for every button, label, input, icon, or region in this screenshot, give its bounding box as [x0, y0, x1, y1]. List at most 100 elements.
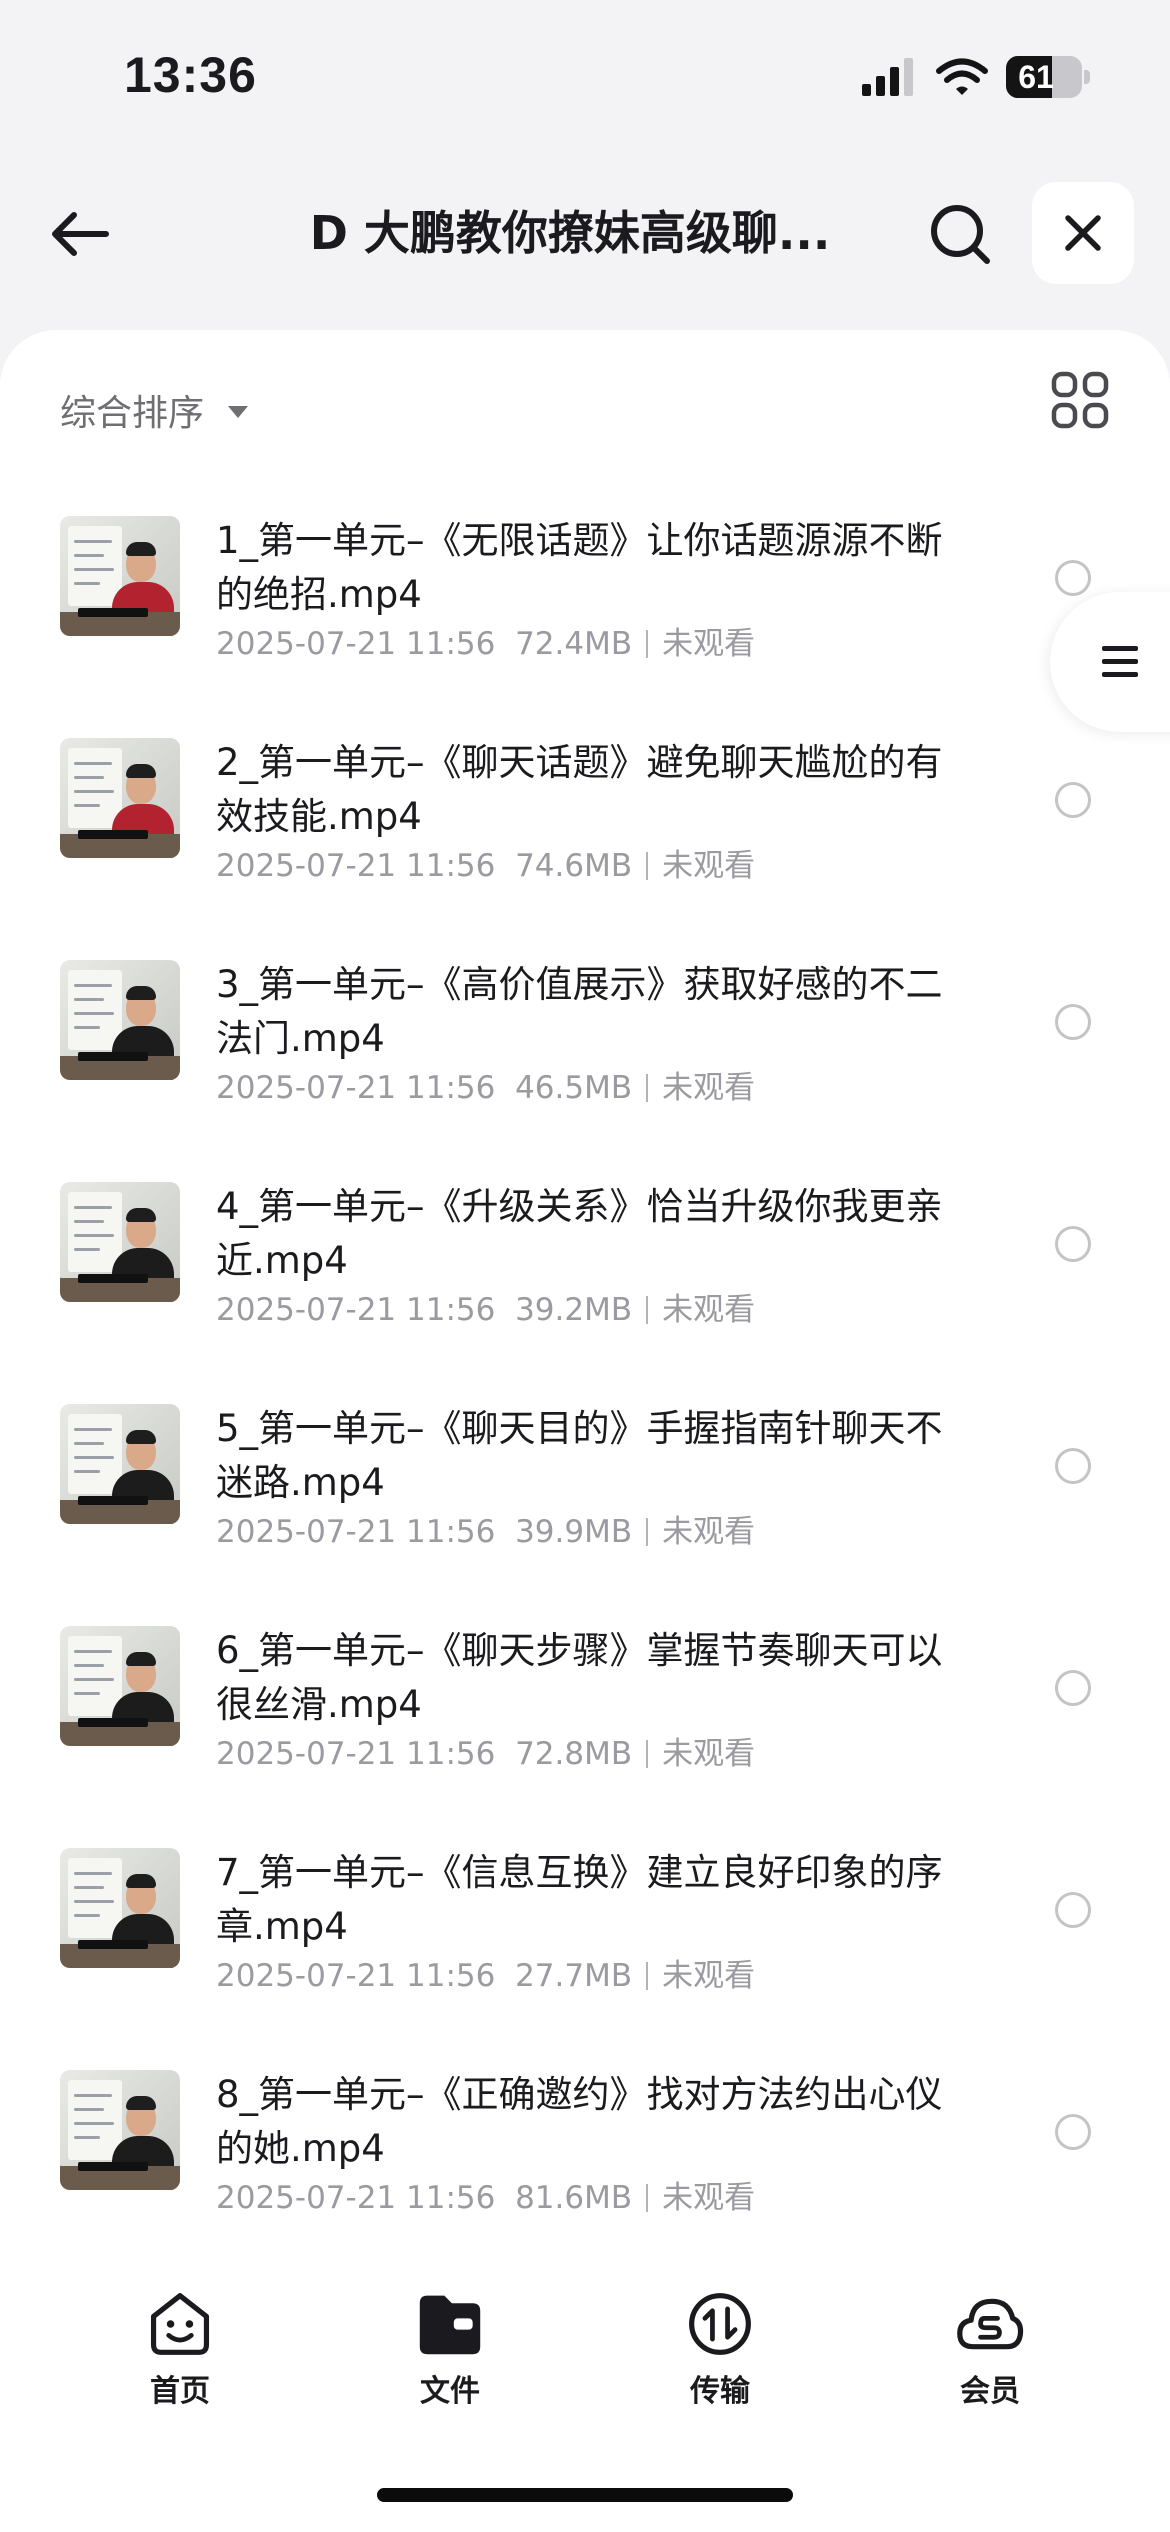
file-size: 72.8MB [515, 1736, 633, 1772]
file-size: 46.5MB [515, 1070, 633, 1106]
meta-divider [646, 1962, 649, 1990]
menu-lines-icon [1102, 646, 1138, 677]
watch-status: 未观看 [662, 1736, 756, 1772]
folder-icon [419, 2295, 481, 2355]
select-radio[interactable] [1055, 1226, 1091, 1262]
file-date: 2025-07-21 11:56 [216, 1292, 496, 1328]
grid-view-icon [1051, 371, 1109, 429]
watch-status: 未观看 [662, 626, 756, 662]
file-meta: 2025-07-21 11:56 39.2MB 未观看 [216, 1288, 956, 1332]
search-icon [931, 205, 990, 264]
home-indicator [377, 2488, 793, 2502]
file-size: 74.6MB [515, 848, 633, 884]
file-size: 72.4MB [515, 626, 633, 662]
file-meta: 2025-07-21 11:56 72.8MB 未观看 [216, 1732, 956, 1776]
tab-home[interactable]: 首页 [80, 2250, 280, 2410]
file-meta: 2025-07-21 11:56 46.5MB 未观看 [216, 1066, 956, 1110]
video-thumbnail [60, 1626, 180, 1746]
header: D 大鹏教你撩妹高级聊... [0, 170, 1170, 290]
list-item[interactable]: 1_第一单元–《无限话题》让你话题源源不断的绝招.mp4 2025-07-21 1… [0, 480, 1170, 702]
page-title: D 大鹏教你撩妹高级聊... [309, 206, 831, 260]
status-time: 13:36 [124, 47, 257, 103]
file-date: 2025-07-21 11:56 [216, 1958, 496, 1994]
file-meta: 2025-07-21 11:56 81.6MB 未观看 [216, 2176, 956, 2220]
list-item[interactable]: 5_第一单元–《聊天目的》手握指南针聊天不迷路.mp4 2025-07-21 11… [0, 1368, 1170, 1590]
list-item[interactable]: 2_第一单元–《聊天话题》避免聊天尴尬的有效技能.mp4 2025-07-21 1… [0, 702, 1170, 924]
video-thumbnail [60, 2070, 180, 2190]
watch-status: 未观看 [662, 1292, 756, 1328]
file-name: 1_第一单元–《无限话题》让你话题源源不断的绝招.mp4 [216, 519, 943, 616]
select-radio[interactable] [1055, 1892, 1091, 1928]
select-radio[interactable] [1055, 2114, 1091, 2150]
meta-divider [646, 852, 649, 880]
file-name: 6_第一单元–《聊天步骤》掌握节奏聊天可以很丝滑.mp4 [216, 1629, 943, 1726]
arrow-left-icon [52, 212, 109, 256]
meta-divider [646, 1740, 649, 1768]
file-date: 2025-07-21 11:56 [216, 626, 496, 662]
file-name: 8_第一单元–《正确邀约》找对方法约出心仪的她.mp4 [216, 2073, 943, 2170]
cellular-signal-icon [862, 58, 913, 96]
search-button[interactable] [920, 194, 1000, 274]
file-name: 5_第一单元–《聊天目的》手握指南针聊天不迷路.mp4 [216, 1407, 943, 1504]
sort-label: 综合排序 [60, 393, 205, 434]
list-item[interactable]: 8_第一单元–《正确邀约》找对方法约出心仪的她.mp4 2025-07-21 11… [0, 2034, 1170, 2256]
list-item[interactable]: 3_第一单元–《高价值展示》获取好感的不二法门.mp4 2025-07-21 11… [0, 924, 1170, 1146]
file-name: 2_第一单元–《聊天话题》避免聊天尴尬的有效技能.mp4 [216, 741, 943, 838]
watch-status: 未观看 [662, 1070, 756, 1106]
file-meta: 2025-07-21 11:56 74.6MB 未观看 [216, 844, 956, 888]
file-size: 39.9MB [515, 1514, 633, 1550]
close-icon [1065, 215, 1101, 251]
list-item[interactable]: 7_第一单元–《信息互换》建立良好印象的序章.mp4 2025-07-21 11:… [0, 1812, 1170, 2034]
tab-files[interactable]: 文件 [350, 2250, 550, 2410]
video-thumbnail [60, 1404, 180, 1524]
meta-divider [646, 2184, 649, 2212]
watch-status: 未观看 [662, 2180, 756, 2216]
watch-status: 未观看 [662, 1514, 756, 1550]
video-thumbnail [60, 960, 180, 1080]
tab-label: 首页 [150, 2374, 210, 2409]
select-radio[interactable] [1055, 1448, 1091, 1484]
list-item[interactable]: 6_第一单元–《聊天步骤》掌握节奏聊天可以很丝滑.mp4 2025-07-21 1… [0, 1590, 1170, 1812]
file-date: 2025-07-21 11:56 [216, 1514, 496, 1550]
file-date: 2025-07-21 11:56 [216, 2180, 496, 2216]
tab-transfer[interactable]: 传输 [620, 2250, 820, 2410]
select-radio[interactable] [1055, 782, 1091, 818]
file-list-panel: 综合排序 1_第一单元–《无限话题》让你话题源源不断的绝招.mp4 2025-07… [0, 330, 1170, 2532]
select-radio[interactable] [1055, 560, 1091, 596]
file-meta: 2025-07-21 11:56 27.7MB 未观看 [216, 1954, 956, 1998]
status-icons: 61 [862, 56, 1090, 98]
watch-status: 未观看 [662, 1958, 756, 1994]
grid-view-button[interactable] [1050, 370, 1110, 430]
battery-indicator: 61 [1006, 56, 1090, 98]
file-name: 7_第一单元–《信息互换》建立良好印象的序章.mp4 [216, 1851, 943, 1948]
tab-label: 文件 [420, 2374, 480, 2409]
video-thumbnail [60, 1848, 180, 1968]
wifi-icon [936, 58, 988, 95]
file-name: 3_第一单元–《高价值展示》获取好感的不二法门.mp4 [216, 963, 943, 1060]
file-name: 4_第一单元–《升级关系》恰当升级你我更亲近.mp4 [216, 1185, 943, 1282]
video-thumbnail [60, 1182, 180, 1302]
tab-label: 传输 [690, 2374, 750, 2409]
file-meta: 2025-07-21 11:56 72.4MB 未观看 [216, 622, 956, 666]
battery-level-text: 61 [1018, 59, 1054, 95]
file-size: 39.2MB [515, 1292, 633, 1328]
tab-label: 会员 [960, 2374, 1020, 2409]
list-item[interactable]: 4_第一单元–《升级关系》恰当升级你我更亲近.mp4 2025-07-21 11:… [0, 1146, 1170, 1368]
status-bar: 13:36 61 [0, 0, 1170, 150]
file-date: 2025-07-21 11:56 [216, 1070, 496, 1106]
file-size: 81.6MB [515, 2180, 633, 2216]
tab-bar: 首页 文件 传输 会员 [0, 2250, 1170, 2450]
file-date: 2025-07-21 11:56 [216, 848, 496, 884]
cloud-member-icon [957, 2298, 1024, 2350]
watch-status: 未观看 [662, 848, 756, 884]
tab-member[interactable]: 会员 [890, 2250, 1090, 2410]
file-size: 27.7MB [515, 1958, 633, 1994]
smiley-home-icon [150, 2293, 210, 2355]
close-button[interactable] [1032, 182, 1134, 284]
select-radio[interactable] [1055, 1004, 1091, 1040]
file-date: 2025-07-21 11:56 [216, 1736, 496, 1772]
sort-selector[interactable]: 综合排序 [60, 380, 249, 440]
back-button[interactable] [40, 194, 120, 274]
select-radio[interactable] [1055, 1670, 1091, 1706]
video-thumbnail [60, 738, 180, 858]
